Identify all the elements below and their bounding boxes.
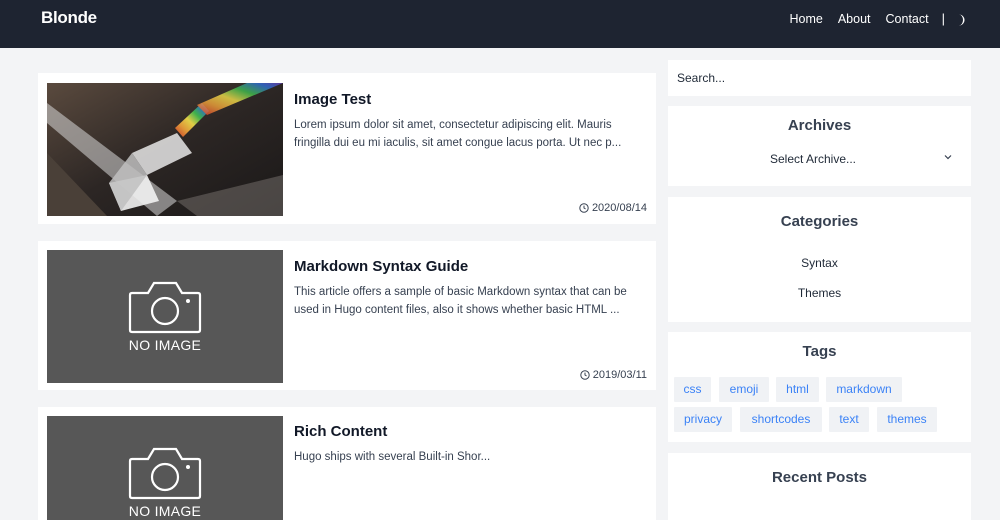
category-item[interactable]: Themes	[668, 285, 971, 301]
search-input[interactable]	[668, 60, 971, 96]
navbar: Blonde Home About Contact |	[0, 0, 1000, 48]
archives-widget: Archives Select Archive...	[668, 106, 971, 186]
post-thumbnail-image[interactable]	[47, 83, 283, 216]
camera-icon	[128, 447, 202, 500]
clock-icon	[579, 203, 589, 213]
post-date-text: 2019/03/11	[592, 369, 647, 381]
tag-privacy[interactable]: privacy	[674, 407, 732, 432]
tag-css[interactable]: css	[674, 377, 711, 402]
post-card: Image Test Lorem ipsum dolor sit amet, c…	[38, 73, 656, 224]
post-thumbnail-placeholder[interactable]: NO IMAGE	[47, 416, 283, 520]
site-brand[interactable]: Blonde	[41, 8, 97, 28]
tag-emoji[interactable]: emoji	[719, 377, 769, 402]
recent-posts-widget: Recent Posts	[668, 453, 971, 520]
post-excerpt: This article offers a sample of basic Ma…	[294, 286, 627, 316]
tag-text[interactable]: text	[829, 407, 869, 432]
main-nav: Home About Contact |	[775, 10, 968, 28]
tag-shortcodes[interactable]: shortcodes	[740, 407, 822, 432]
post-title[interactable]: Image Test	[294, 90, 371, 110]
nav-about[interactable]: About	[838, 11, 871, 27]
archive-select[interactable]: Select Archive...	[682, 148, 962, 170]
camera-icon	[128, 281, 202, 334]
no-image-label: NO IMAGE	[128, 337, 202, 353]
post-title[interactable]: Markdown Syntax Guide	[294, 257, 468, 277]
nav-contact[interactable]: Contact	[886, 11, 929, 27]
nav-separator: |	[941, 11, 945, 26]
chevron-down-icon	[944, 155, 952, 160]
tag-themes[interactable]: themes	[877, 407, 937, 432]
post-date: 2019/03/11	[580, 368, 647, 382]
categories-title: Categories	[780, 213, 859, 230]
tag-markdown[interactable]: markdown	[826, 377, 902, 402]
post-thumbnail-placeholder[interactable]: NO IMAGE	[47, 250, 283, 383]
category-item[interactable]: Syntax	[668, 255, 971, 271]
archives-title: Archives	[787, 117, 852, 134]
post-title[interactable]: Rich Content	[294, 422, 387, 442]
post-card: NO IMAGE Markdown Syntax Guide This arti…	[38, 241, 656, 390]
tag-html[interactable]: html	[776, 377, 819, 402]
no-image-label: NO IMAGE	[128, 503, 202, 519]
tags-title: Tags	[802, 343, 837, 360]
recent-posts-title: Recent Posts	[771, 469, 868, 486]
nav-home[interactable]: Home	[790, 11, 823, 27]
moon-icon[interactable]	[955, 13, 967, 26]
categories-widget: Categories Syntax Themes	[668, 197, 971, 322]
search-widget	[668, 60, 971, 96]
post-date-text: 2020/08/14	[591, 202, 647, 214]
post-excerpt: Hugo ships with several Built-in Shor...	[294, 451, 491, 463]
archive-select-value: Select Archive...	[769, 152, 857, 166]
tags-widget: Tags css emoji html markdown privacy sho…	[668, 332, 971, 442]
clock-icon	[580, 370, 590, 380]
post-card: NO IMAGE Rich Content Hugo ships with se…	[38, 407, 656, 520]
post-excerpt: Lorem ipsum dolor sit amet, consectetur …	[294, 119, 622, 149]
post-date: 2020/08/14	[579, 201, 647, 215]
